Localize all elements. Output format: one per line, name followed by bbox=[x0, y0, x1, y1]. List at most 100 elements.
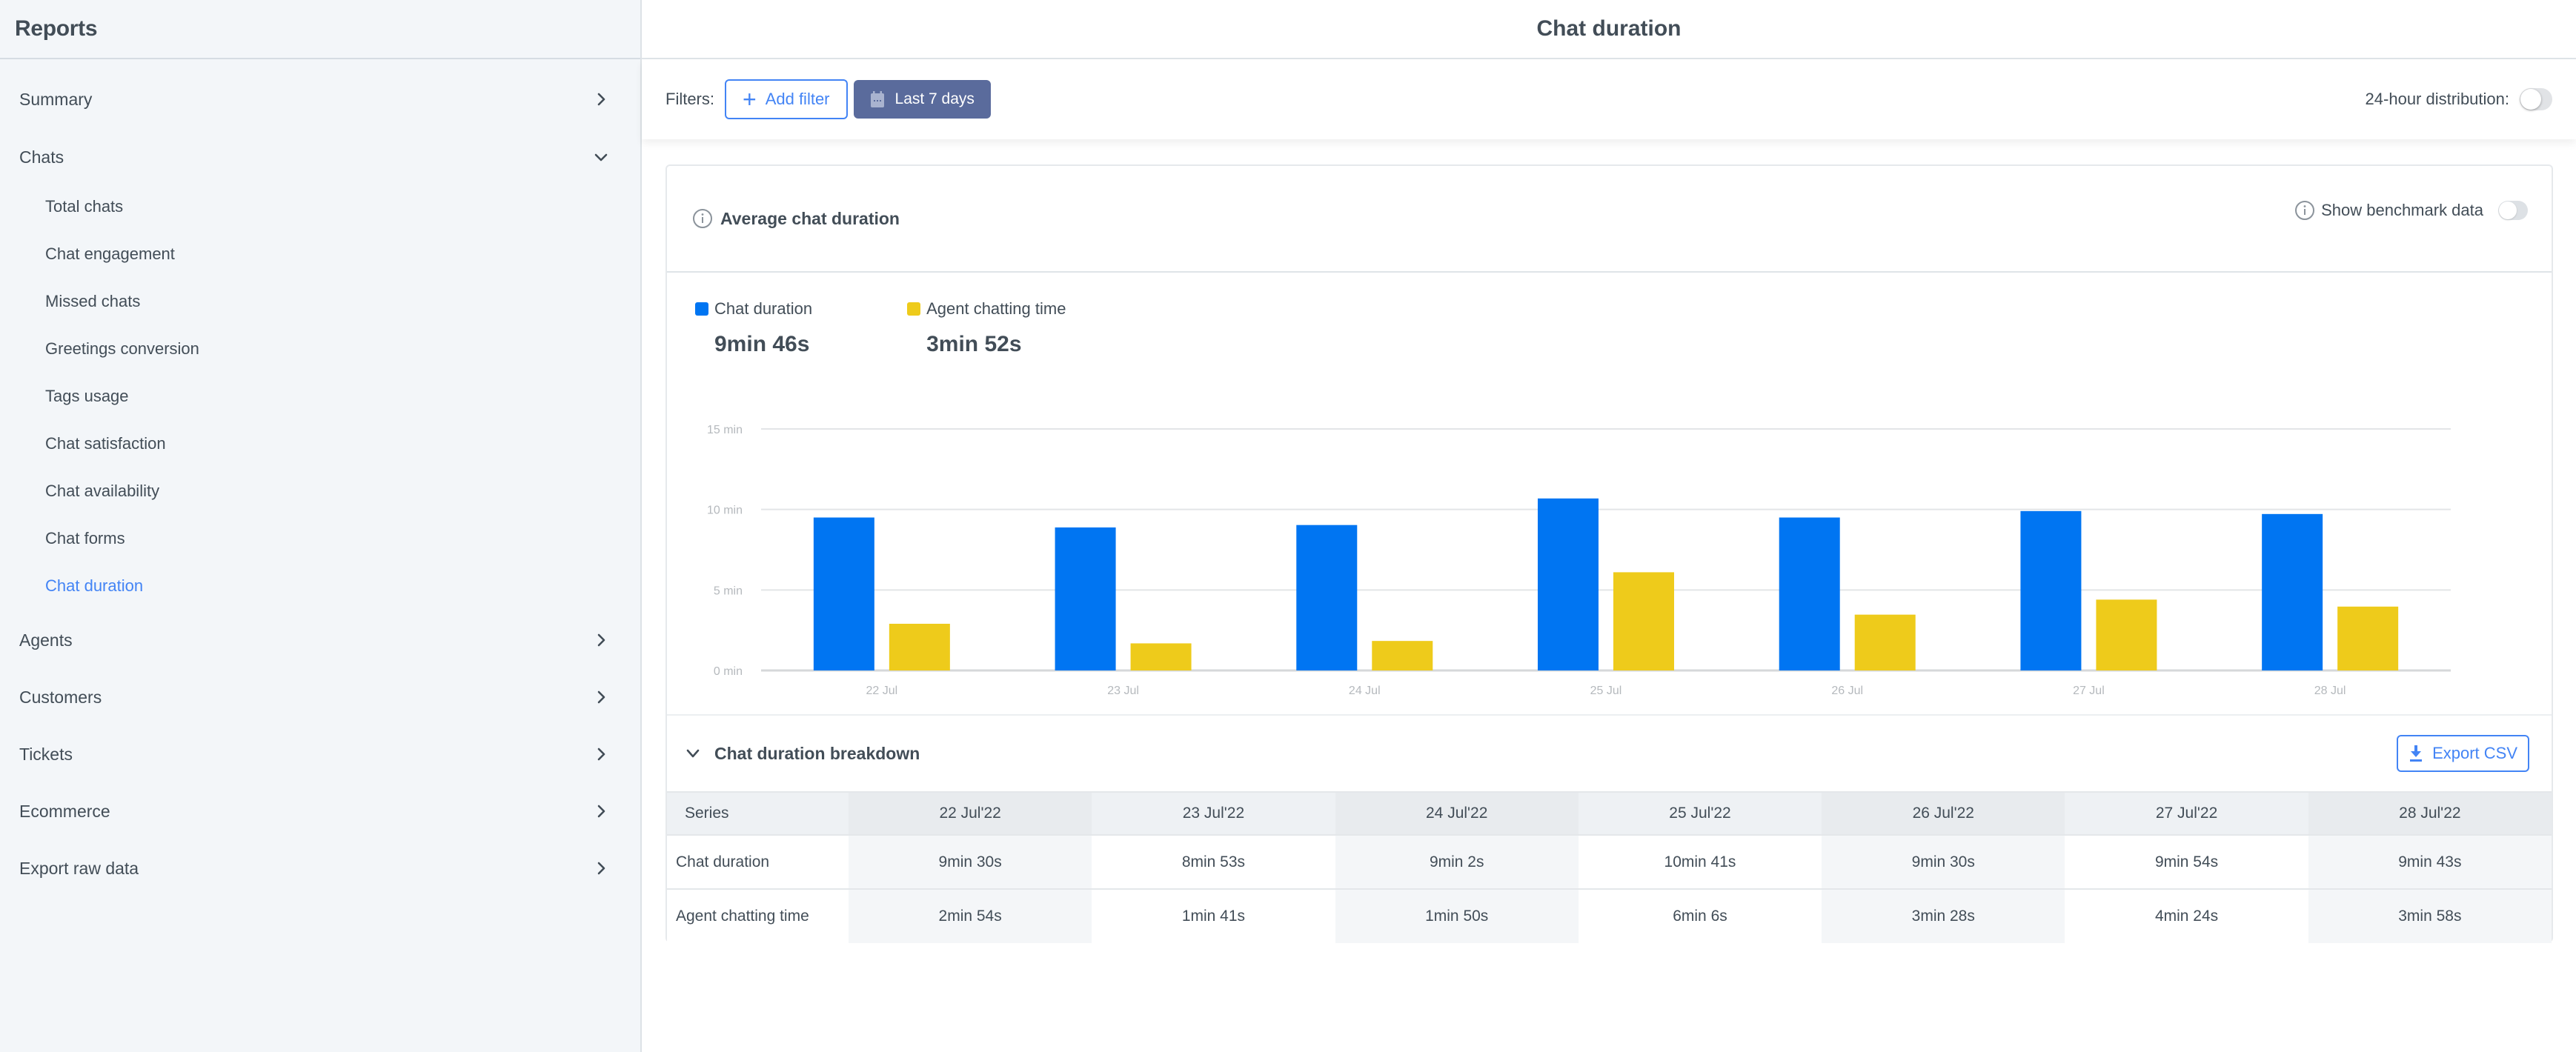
legend-value: 9min 46s bbox=[714, 332, 810, 356]
legend-label: Agent chatting time bbox=[926, 299, 1066, 318]
chevron-down-icon bbox=[593, 149, 609, 165]
app: Reports Summary Chats Total chats Chat enga… bbox=[0, 0, 2576, 1052]
y-tick-label: 15 min bbox=[707, 424, 743, 436]
bar-agent-chatting-time-28-jul[interactable] bbox=[2337, 606, 2399, 670]
bar-chat-duration-25-jul[interactable] bbox=[1538, 498, 1599, 670]
bar-chat-duration-28-jul[interactable] bbox=[2262, 513, 2323, 670]
date-range-label: Last 7 days bbox=[894, 90, 975, 107]
table-cell: 9min 43s bbox=[2308, 834, 2552, 889]
chart-legend: Chat duration 9min 46s Agent chatting ti… bbox=[695, 299, 1066, 357]
export-csv-button[interactable]: Export CSV bbox=[2397, 735, 2529, 772]
x-tick-label: 23 Jul bbox=[1107, 685, 1139, 697]
x-tick-label: 22 Jul bbox=[866, 685, 898, 697]
sidebar-item-export-raw-data[interactable]: Export raw data bbox=[0, 846, 640, 890]
legend-label: Chat duration bbox=[714, 299, 813, 318]
bar-chat-duration-24-jul[interactable] bbox=[1296, 525, 1358, 670]
x-tick-label: 28 Jul bbox=[2314, 685, 2346, 697]
bar-chat-duration-22-jul[interactable] bbox=[813, 517, 874, 670]
add-filter-label: Add filter bbox=[765, 90, 830, 108]
add-filter-button[interactable]: + Add filter bbox=[725, 79, 848, 119]
bar-agent-chatting-time-24-jul[interactable] bbox=[1372, 641, 1433, 670]
table-header-row: Series 22 Jul'22 23 Jul'22 24 Jul'22 25 Jul'… bbox=[667, 791, 2552, 835]
legend-value: 3min 52s bbox=[926, 332, 1022, 356]
bar-chat-duration-27-jul[interactable] bbox=[2020, 510, 2082, 670]
table-cell: 9min 30s bbox=[1822, 834, 2065, 889]
bar-agent-chatting-time-25-jul[interactable] bbox=[1613, 572, 1674, 670]
card-title-text: Average chat duration bbox=[720, 208, 900, 228]
sidebar-item-ecommerce[interactable]: Ecommerce bbox=[0, 789, 640, 833]
table-cell: 10min 41s bbox=[1578, 834, 1822, 889]
report-card: Average chat duration Show benchmark dat… bbox=[665, 164, 2553, 943]
table-cell: 1min 41s bbox=[1092, 888, 1335, 943]
bar-chat-duration-23-jul[interactable] bbox=[1055, 527, 1116, 670]
legend-item-chat-duration: Chat duration 9min 46s bbox=[695, 299, 812, 357]
table-cell: 1min 50s bbox=[1335, 888, 1579, 943]
table-body: Chat duration 9min 30s 8min 53s 9min 2s 10mi… bbox=[667, 834, 2552, 943]
sidebar-item-summary[interactable]: Summary bbox=[0, 77, 640, 121]
sidebar-subitem-tags-usage[interactable]: Tags usage bbox=[0, 374, 640, 419]
sidebar-subitem-label: Missed chats bbox=[45, 292, 141, 310]
plus-icon: + bbox=[743, 86, 757, 113]
calendar-icon bbox=[870, 91, 884, 107]
sidebar-subitem-label: Chat engagement bbox=[45, 244, 175, 263]
breakdown-table: Series 22 Jul'22 23 Jul'22 24 Jul'22 25 Jul'… bbox=[667, 791, 2552, 943]
table-cell: 2min 54s bbox=[849, 888, 1092, 943]
sidebar-subitem-chat-engagement[interactable]: Chat engagement bbox=[0, 232, 640, 276]
bar-agent-chatting-time-23-jul[interactable] bbox=[1130, 643, 1192, 670]
column-header-date: 23 Jul'22 bbox=[1092, 791, 1335, 835]
page-header: Chat duration bbox=[642, 0, 2576, 59]
sidebar-subitem-missed-chats[interactable]: Missed chats bbox=[0, 279, 640, 324]
row-label: Agent chatting time bbox=[667, 888, 849, 943]
table-cell: 6min 6s bbox=[1578, 888, 1822, 943]
legend-item-agent-chatting-time: Agent chatting time 3min 52s bbox=[907, 299, 1066, 357]
sidebar-subitem-chat-forms[interactable]: Chat forms bbox=[0, 516, 640, 561]
chevron-right-icon bbox=[593, 746, 609, 762]
sidebar-subitem-chat-duration[interactable]: Chat duration bbox=[0, 564, 640, 608]
chevron-right-icon bbox=[593, 91, 609, 107]
sidebar-item-agents[interactable]: Agents bbox=[0, 618, 640, 662]
chevron-right-icon bbox=[593, 632, 609, 648]
sidebar-subitem-chat-availability[interactable]: Chat availability bbox=[0, 469, 640, 513]
chevron-down-icon bbox=[686, 749, 700, 758]
sidebar-item-label: Tickets bbox=[19, 744, 73, 764]
benchmark-toggle[interactable] bbox=[2498, 201, 2528, 220]
sidebar-subitem-total-chats[interactable]: Total chats bbox=[0, 184, 640, 229]
sidebar-title: Reports bbox=[15, 16, 98, 41]
sidebar-item-tickets[interactable]: Tickets bbox=[0, 732, 640, 776]
card-title: Average chat duration bbox=[692, 208, 900, 229]
table-cell: 3min 58s bbox=[2308, 888, 2552, 943]
sidebar-item-label: Export raw data bbox=[19, 858, 139, 878]
sidebar-header: Reports bbox=[0, 0, 640, 59]
column-header-series: Series bbox=[667, 791, 849, 835]
breakdown-title: Chat duration breakdown bbox=[714, 743, 920, 763]
sidebar-subitem-label: Chat satisfaction bbox=[45, 434, 166, 453]
bar-agent-chatting-time-22-jul[interactable] bbox=[889, 623, 950, 670]
sidebar-subitem-label: Chat duration bbox=[45, 576, 144, 595]
info-icon[interactable] bbox=[692, 208, 713, 229]
sidebar-item-chats[interactable]: Chats bbox=[0, 135, 640, 179]
sidebar-item-label: Customers bbox=[19, 687, 102, 707]
breakdown-toggle[interactable]: Chat duration breakdown bbox=[685, 744, 920, 764]
distribution-label: 24-hour distribution: bbox=[2365, 90, 2509, 108]
sidebar-subitem-chat-satisfaction[interactable]: Chat satisfaction bbox=[0, 422, 640, 466]
distribution-toggle[interactable] bbox=[2520, 88, 2552, 110]
y-tick-label: 5 min bbox=[714, 585, 743, 597]
date-range-button[interactable]: Last 7 days bbox=[853, 80, 991, 119]
bar-chat-duration-26-jul[interactable] bbox=[1779, 517, 1840, 670]
sidebar-subitem-greetings-conversion[interactable]: Greetings conversion bbox=[0, 327, 640, 371]
info-icon[interactable] bbox=[2294, 200, 2315, 221]
sidebar-subitem-label: Tags usage bbox=[45, 387, 129, 405]
column-header-date: 26 Jul'22 bbox=[1822, 791, 2065, 835]
table-cell: 9min 2s bbox=[1335, 834, 1579, 889]
legend-swatch bbox=[695, 302, 708, 316]
bar-agent-chatting-time-26-jul[interactable] bbox=[1854, 614, 1916, 670]
sidebar-item-label: Chats bbox=[19, 147, 64, 167]
bar-agent-chatting-time-27-jul[interactable] bbox=[2096, 599, 2157, 670]
sidebar-subitem-label: Chat availability bbox=[45, 482, 160, 500]
chevron-right-icon bbox=[593, 860, 609, 876]
page-title: Chat duration bbox=[1536, 16, 1682, 41]
sidebar-item-customers[interactable]: Customers bbox=[0, 675, 640, 719]
breakdown-section: Chat duration breakdown Export CSV Serie… bbox=[667, 714, 2552, 943]
table-row: Chat duration 9min 30s 8min 53s 9min 2s 10mi… bbox=[667, 834, 2552, 889]
row-label: Chat duration bbox=[667, 834, 849, 889]
